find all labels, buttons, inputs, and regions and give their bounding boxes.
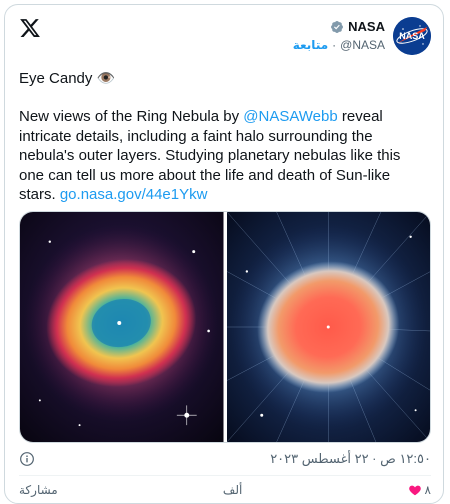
mention-link[interactable]: @NASAWebb	[243, 108, 337, 125]
follow-button[interactable]: متابعة	[293, 38, 328, 52]
nasa-logo-icon: NASA	[393, 17, 431, 55]
account-name[interactable]: NASA	[348, 19, 385, 34]
verified-badge-icon	[331, 20, 344, 33]
like-count: ٨	[424, 483, 431, 497]
post-text-part-1: New views of the Ring Nebula by	[19, 108, 244, 125]
x-logo-icon[interactable]	[19, 17, 41, 39]
account-header: NASA متابعة · @NASA	[293, 19, 385, 52]
post-card: NASA NASA متابعة · @NASA Eye Candy 👁️ Ne…	[4, 4, 444, 504]
share-action[interactable]: مشاركة	[19, 483, 58, 497]
action-bar: مشاركة ألف ٨	[19, 483, 431, 497]
share-label: مشاركة	[19, 483, 58, 497]
ring-nebula-nircam-image[interactable]	[20, 212, 224, 442]
divider	[19, 475, 431, 476]
like-action[interactable]: ٨	[408, 483, 431, 497]
reply-action[interactable]: ألف	[223, 483, 242, 497]
post-title: Eye Candy 👁️	[19, 70, 116, 87]
media-grid	[19, 211, 431, 443]
external-link[interactable]: go.nasa.gov/44e1Ykw	[60, 186, 208, 203]
post-body: New views of the Ring Nebula by @NASAWeb…	[19, 107, 429, 205]
heart-icon	[408, 485, 421, 496]
svg-text:NASA: NASA	[399, 31, 425, 41]
post-meta: ١٢:٥٠ ص · ٢٢ أغسطس ٢٠٢٣	[19, 451, 431, 467]
reply-label: ألف	[222, 483, 243, 497]
ring-nebula-miri-image[interactable]	[226, 212, 430, 442]
avatar[interactable]: NASA	[393, 17, 431, 55]
separator-dot: ·	[332, 38, 337, 52]
post-timestamp[interactable]: ١٢:٥٠ ص · ٢٢ أغسطس ٢٠٢٣	[270, 451, 431, 467]
account-handle[interactable]: @NASA	[340, 38, 385, 52]
info-icon[interactable]	[19, 451, 35, 467]
